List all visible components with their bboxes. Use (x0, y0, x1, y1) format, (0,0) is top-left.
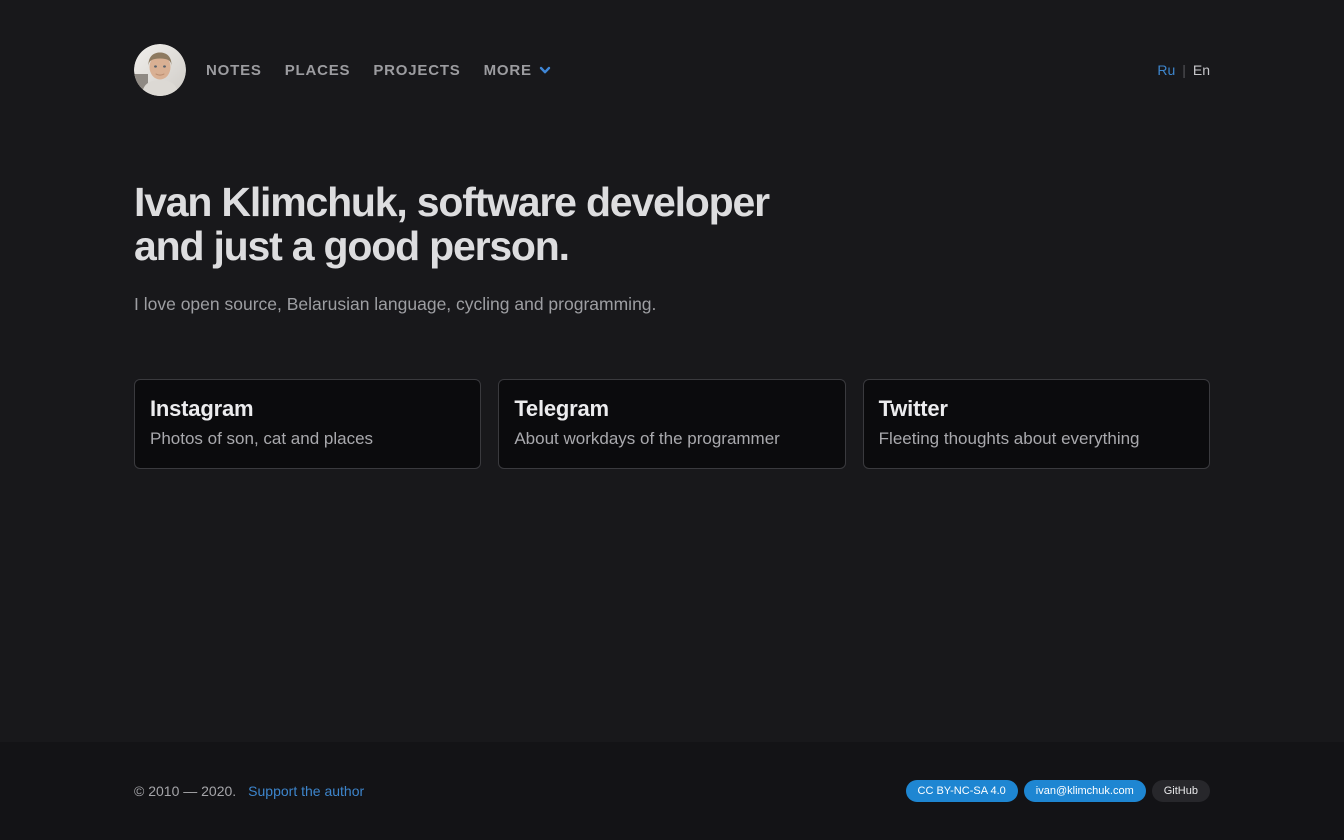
lang-ru-link[interactable]: Ru (1157, 62, 1175, 78)
email-badge[interactable]: ivan@klimchuk.com (1024, 780, 1146, 802)
page-subtitle: I love open source, Belarusian language,… (134, 294, 1210, 315)
card-twitter-description: Fleeting thoughts about everything (879, 429, 1194, 449)
main-content: Ivan Klimchuk, software developer and ju… (0, 96, 1344, 742)
page-title: Ivan Klimchuk, software developer and ju… (134, 180, 1210, 268)
social-cards: Instagram Photos of son, cat and places … (134, 379, 1210, 469)
site-header: NOTES PLACES PROJECTS MORE Ru | En (0, 0, 1344, 96)
license-badge[interactable]: CC BY-NC-SA 4.0 (906, 780, 1018, 802)
language-switcher: Ru | En (1157, 62, 1210, 78)
card-twitter-title: Twitter (879, 396, 1194, 422)
main-nav: NOTES PLACES PROJECTS MORE (206, 62, 551, 79)
footer-badges: CC BY-NC-SA 4.0 ivan@klimchuk.com GitHub (906, 780, 1210, 802)
nav-item-more[interactable]: MORE (484, 62, 551, 79)
card-twitter[interactable]: Twitter Fleeting thoughts about everythi… (863, 379, 1210, 469)
card-telegram[interactable]: Telegram About workdays of the programme… (498, 379, 845, 469)
copyright-text: © 2010 — 2020. (134, 783, 236, 799)
card-instagram-description: Photos of son, cat and places (150, 429, 465, 449)
chevron-down-icon (539, 64, 551, 76)
lang-separator: | (1182, 62, 1186, 78)
github-badge[interactable]: GitHub (1152, 780, 1210, 802)
card-telegram-description: About workdays of the programmer (514, 429, 829, 449)
lang-en-current[interactable]: En (1193, 62, 1210, 78)
site-footer: © 2010 — 2020. Support the author CC BY-… (0, 742, 1344, 840)
nav-item-places[interactable]: PLACES (285, 62, 351, 79)
card-instagram[interactable]: Instagram Photos of son, cat and places (134, 379, 481, 469)
card-instagram-title: Instagram (150, 396, 465, 422)
nav-item-notes[interactable]: NOTES (206, 62, 262, 79)
avatar-photo (134, 44, 186, 96)
page-title-line2: and just a good person. (134, 223, 569, 269)
support-author-link[interactable]: Support the author (248, 783, 364, 799)
page-title-line1: Ivan Klimchuk, software developer (134, 179, 769, 225)
nav-item-more-label: MORE (484, 62, 532, 79)
card-telegram-title: Telegram (514, 396, 829, 422)
nav-item-projects[interactable]: PROJECTS (373, 62, 460, 79)
avatar[interactable] (134, 44, 186, 96)
